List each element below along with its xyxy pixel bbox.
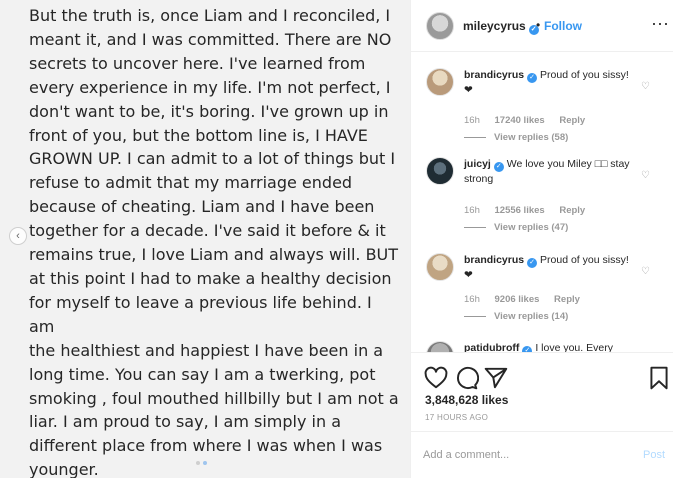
- avatar[interactable]: [426, 341, 454, 352]
- view-replies-button[interactable]: View replies (47): [464, 222, 568, 233]
- header-separator: •: [536, 18, 541, 32]
- avatar[interactable]: [426, 253, 454, 281]
- carousel-dot-active: [203, 461, 207, 465]
- view-replies-label: View replies (14): [494, 311, 569, 322]
- post-image[interactable]: But the truth is, once Liam and I reconc…: [0, 0, 410, 478]
- heart-icon[interactable]: ♡: [641, 266, 650, 277]
- comment-handle[interactable]: brandicyrus: [464, 254, 524, 266]
- comment-meta: 16h 17240 likes Reply: [464, 115, 597, 126]
- comment-body: brandicyrus ✓ Proud of you sissy! ❤: [464, 253, 639, 282]
- author-handle-text: mileycyrus: [463, 19, 526, 33]
- carousel-prev-button[interactable]: ‹: [9, 227, 27, 245]
- post-actions: 3,848,628 likes 17 HOURS AGO: [411, 352, 673, 438]
- verified-badge-icon: ✓: [527, 258, 538, 268]
- comment-likes[interactable]: 17240 likes: [495, 115, 545, 126]
- view-replies-button[interactable]: View replies (14): [464, 311, 568, 322]
- comment-meta: 16h 9206 likes Reply: [464, 294, 592, 305]
- follow-button[interactable]: Follow: [544, 19, 582, 33]
- post-text: But the truth is, once Liam and I reconc…: [29, 6, 399, 478]
- author-handle[interactable]: mileycyrus ✓: [463, 19, 539, 35]
- comment-likes[interactable]: 12556 likes: [495, 205, 545, 216]
- comment-likes[interactable]: 9206 likes: [495, 294, 540, 305]
- carousel-dot: [196, 461, 200, 465]
- heart-icon[interactable]: ♡: [641, 81, 650, 92]
- comment-handle[interactable]: juicyj: [464, 158, 491, 170]
- comment-input[interactable]: [423, 444, 623, 466]
- heart-icon[interactable]: ♡: [641, 170, 650, 181]
- post-header: mileycyrus ✓ • Follow ···: [411, 0, 673, 52]
- chevron-left-icon: ‹: [16, 229, 20, 242]
- comment-body: patidubroff ✓ I love you. Every: [464, 341, 639, 352]
- verified-badge-icon: ✓: [493, 162, 504, 172]
- comment-body: brandicyrus ✓ Proud of you sissy! ❤: [464, 68, 639, 97]
- divider: [464, 136, 486, 138]
- post-sidebar: mileycyrus ✓ • Follow ··· brandicyrus ✓ Pr…: [410, 0, 673, 478]
- post-timestamp[interactable]: 17 HOURS AGO: [425, 413, 488, 422]
- bookmark-icon[interactable]: [646, 365, 672, 391]
- comment-icon[interactable]: [453, 365, 479, 391]
- comment-time[interactable]: 16h: [464, 205, 480, 216]
- heart-icon[interactable]: [423, 365, 449, 391]
- comments-list: brandicyrus ✓ Proud of you sissy! ❤ ♡ 16h…: [411, 53, 673, 352]
- reply-button[interactable]: Reply: [554, 294, 580, 305]
- comment-time[interactable]: 16h: [464, 294, 480, 305]
- divider: [464, 315, 486, 317]
- comment-time[interactable]: 16h: [464, 115, 480, 126]
- more-options-icon[interactable]: ···: [651, 13, 669, 34]
- divider: [464, 226, 486, 228]
- likes-count[interactable]: 3,848,628 likes: [425, 393, 508, 407]
- verified-badge-icon: ✓: [527, 73, 538, 83]
- view-replies-label: View replies (58): [494, 132, 569, 143]
- post-comment-button[interactable]: Post: [643, 449, 665, 461]
- comment-text: I love you. Every: [535, 342, 613, 352]
- view-replies-label: View replies (47): [494, 222, 569, 233]
- comment-meta: 16h 12556 likes Reply: [464, 205, 597, 216]
- comment-handle[interactable]: patidubroff: [464, 342, 519, 352]
- share-icon[interactable]: [483, 365, 509, 391]
- comment-body: juicyj ✓ We love you Miley □□ stay strong: [464, 157, 639, 186]
- avatar[interactable]: [426, 157, 454, 185]
- avatar[interactable]: [426, 12, 454, 40]
- view-replies-button[interactable]: View replies (58): [464, 132, 568, 143]
- avatar[interactable]: [426, 68, 454, 96]
- comment-handle[interactable]: brandicyrus: [464, 69, 524, 81]
- add-comment-bar: Post: [411, 431, 673, 478]
- reply-button[interactable]: Reply: [559, 115, 585, 126]
- reply-button[interactable]: Reply: [559, 205, 585, 216]
